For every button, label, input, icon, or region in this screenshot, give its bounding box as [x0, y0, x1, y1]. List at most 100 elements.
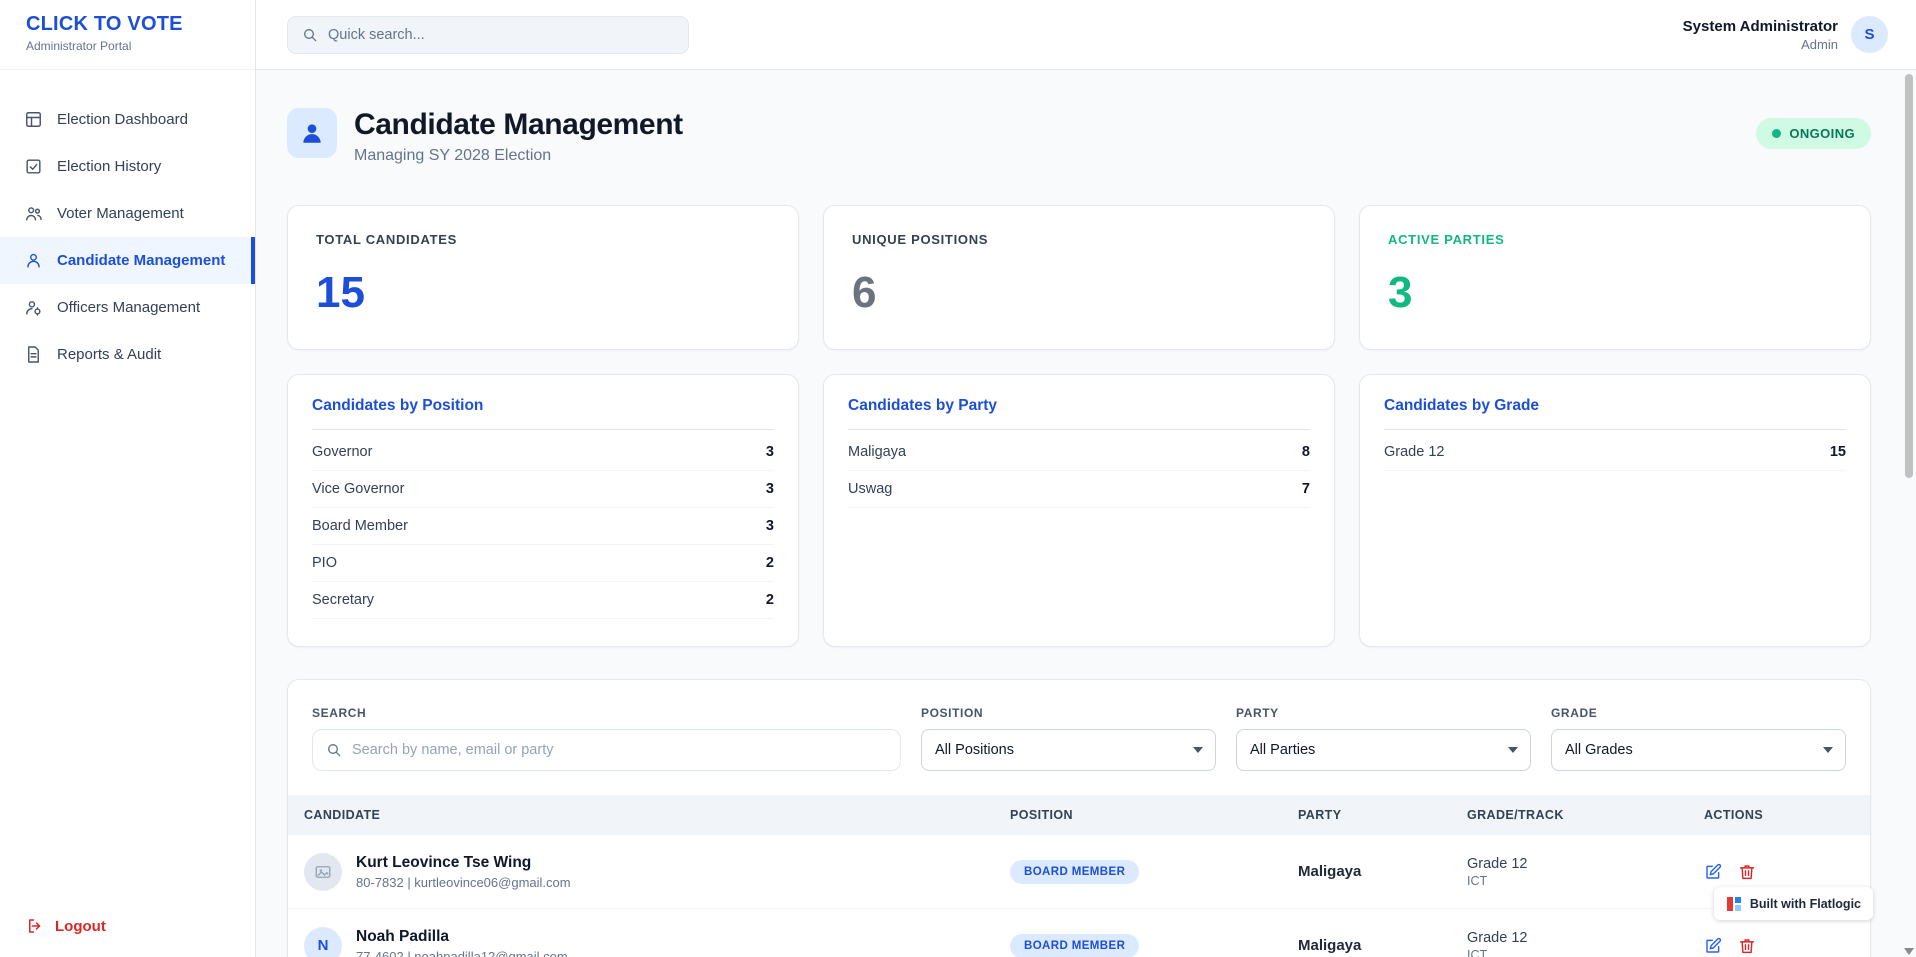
breakdown-row: Secretary 2	[312, 582, 774, 619]
grade-track: ICT	[1467, 874, 1704, 888]
edit-pencil-icon	[1704, 937, 1722, 955]
column-header-actions: ACTIONS	[1704, 808, 1870, 822]
row-label: PIO	[312, 555, 337, 571]
edit-candidate-button[interactable]	[1704, 937, 1722, 955]
position-select-wrap: All Positions	[921, 729, 1216, 771]
avatar[interactable]: S	[1851, 16, 1888, 53]
status-dot-icon	[1772, 129, 1781, 138]
candidate-name: Noah Padilla	[356, 928, 568, 946]
built-with-flatlogic-badge[interactable]: Built with Flatlogic	[1714, 887, 1873, 920]
position-filter-select[interactable]: All Positions	[921, 729, 1216, 771]
report-document-icon	[24, 345, 43, 364]
party-cell: Maligaya	[1298, 863, 1467, 880]
row-label: Governor	[312, 444, 372, 460]
actions-cell	[1704, 863, 1870, 881]
position-cell: BOARD MEMBER	[1010, 934, 1298, 957]
grade-filter-label: GRADE	[1551, 706, 1846, 720]
grade-cell: Grade 12 ICT	[1467, 930, 1704, 957]
party-filter-group: PARTY All Parties	[1236, 706, 1531, 771]
stat-value: 15	[316, 271, 770, 315]
position-cell: BOARD MEMBER	[1010, 860, 1298, 884]
candidates-by-grade-card: Candidates by Grade Grade 12 15	[1359, 374, 1871, 647]
position-filter-group: POSITION All Positions	[921, 706, 1216, 771]
row-label: Uswag	[848, 481, 892, 497]
sidebar-item-reports-audit[interactable]: Reports & Audit	[0, 331, 255, 378]
candidate-identity: Noah Padilla 77-4602 | noahpadilla12@gma…	[356, 928, 568, 957]
grade-track: ICT	[1467, 948, 1704, 957]
users-icon	[24, 204, 43, 223]
page-titles: Candidate Management Managing SY 2028 El…	[354, 108, 683, 165]
scrollbar-thumb[interactable]	[1905, 74, 1913, 478]
user-icon	[24, 251, 43, 270]
flatlogic-badge-label: Built with Flatlogic	[1750, 897, 1861, 911]
delete-candidate-button[interactable]	[1738, 863, 1756, 881]
candidate-meta: 77-4602 | noahpadilla12@gmail.com	[356, 949, 568, 957]
column-header-candidate: CANDIDATE	[288, 808, 1010, 822]
election-status-badge: ONGOING	[1756, 118, 1871, 149]
grade-filter-group: GRADE All Grades	[1551, 706, 1846, 771]
sidebar-item-label: Election History	[57, 158, 161, 175]
breakdown-row: PIO 2	[312, 545, 774, 582]
row-value: 3	[766, 444, 774, 460]
logout-button[interactable]: Logout	[0, 895, 255, 957]
sidebar-item-election-dashboard[interactable]: Election Dashboard	[0, 96, 255, 143]
candidates-list-card: SEARCH POSITION All Positions	[287, 679, 1871, 957]
row-value: 3	[766, 518, 774, 534]
position-badge: BOARD MEMBER	[1010, 860, 1139, 884]
candidate-avatar: N	[304, 927, 342, 957]
column-header-grade: GRADE/TRACK	[1467, 808, 1704, 822]
sidebar-item-officers-management[interactable]: Officers Management	[0, 284, 255, 331]
page-header: Candidate Management Managing SY 2028 El…	[287, 108, 1871, 165]
table-header: CANDIDATE POSITION PARTY GRADE/TRACK ACT…	[288, 795, 1870, 835]
grade-select-wrap: All Grades	[1551, 729, 1846, 771]
grade-level: Grade 12	[1467, 930, 1704, 946]
edit-pencil-icon	[1704, 863, 1722, 881]
edit-candidate-button[interactable]	[1704, 863, 1722, 881]
sidebar-item-label: Reports & Audit	[57, 346, 161, 363]
stats-grid: TOTAL CANDIDATES 15 UNIQUE POSITIONS 6 A…	[287, 205, 1871, 350]
user-meta: System Administrator Admin	[1683, 18, 1838, 52]
scrollbar[interactable]	[1902, 0, 1916, 957]
stat-value: 3	[1388, 271, 1842, 315]
sidebar-item-election-history[interactable]: Election History	[0, 143, 255, 190]
scrollbar-down-arrow-icon[interactable]	[1904, 948, 1914, 955]
dashboard-grid-icon	[24, 110, 43, 129]
quick-search[interactable]	[287, 16, 689, 54]
party-cell: Maligaya	[1298, 937, 1467, 954]
table-row: N Noah Padilla 77-4602 | noahpadilla12@g…	[288, 909, 1870, 957]
stat-card-active-parties: ACTIVE PARTIES 3	[1359, 205, 1871, 350]
page-title: Candidate Management	[354, 108, 683, 142]
row-value: 2	[766, 592, 774, 608]
sidebar-item-voter-management[interactable]: Voter Management	[0, 190, 255, 237]
quick-search-input[interactable]	[328, 27, 674, 43]
column-header-party: PARTY	[1298, 808, 1467, 822]
flatlogic-logo-icon	[1726, 896, 1742, 912]
grade-filter-select[interactable]: All Grades	[1551, 729, 1846, 771]
sidebar-item-label: Officers Management	[57, 299, 200, 316]
user-block[interactable]: System Administrator Admin S	[1683, 16, 1888, 53]
party-select-wrap: All Parties	[1236, 729, 1531, 771]
card-title: Candidates by Grade	[1384, 397, 1846, 430]
candidate-cell: N Noah Padilla 77-4602 | noahpadilla12@g…	[288, 927, 1010, 957]
position-badge: BOARD MEMBER	[1010, 934, 1139, 957]
topbar: System Administrator Admin S	[256, 0, 1916, 70]
logout-label: Logout	[55, 918, 106, 935]
candidate-search-input[interactable]	[352, 742, 887, 758]
party-filter-select[interactable]: All Parties	[1236, 729, 1531, 771]
stat-label: UNIQUE POSITIONS	[852, 232, 1306, 247]
search-icon	[302, 27, 318, 43]
candidate-search-box[interactable]	[312, 729, 901, 771]
breakdown-grid: Candidates by Position Governor 3 Vice G…	[287, 374, 1871, 647]
breakdown-row: Board Member 3	[312, 508, 774, 545]
row-label: Secretary	[312, 592, 374, 608]
breakdown-row: Maligaya 8	[848, 434, 1310, 471]
sidebar-nav: Election Dashboard Election History Vote…	[0, 70, 255, 378]
sidebar-item-label: Candidate Management	[57, 252, 225, 269]
actions-cell	[1704, 937, 1870, 955]
user-name: System Administrator	[1683, 18, 1838, 35]
row-label: Grade 12	[1384, 444, 1444, 460]
delete-candidate-button[interactable]	[1738, 937, 1756, 955]
candidate-meta: 80-7832 | kurtleovince06@gmail.com	[356, 875, 571, 890]
sidebar-item-candidate-management[interactable]: Candidate Management	[0, 237, 255, 284]
row-value: 2	[766, 555, 774, 571]
